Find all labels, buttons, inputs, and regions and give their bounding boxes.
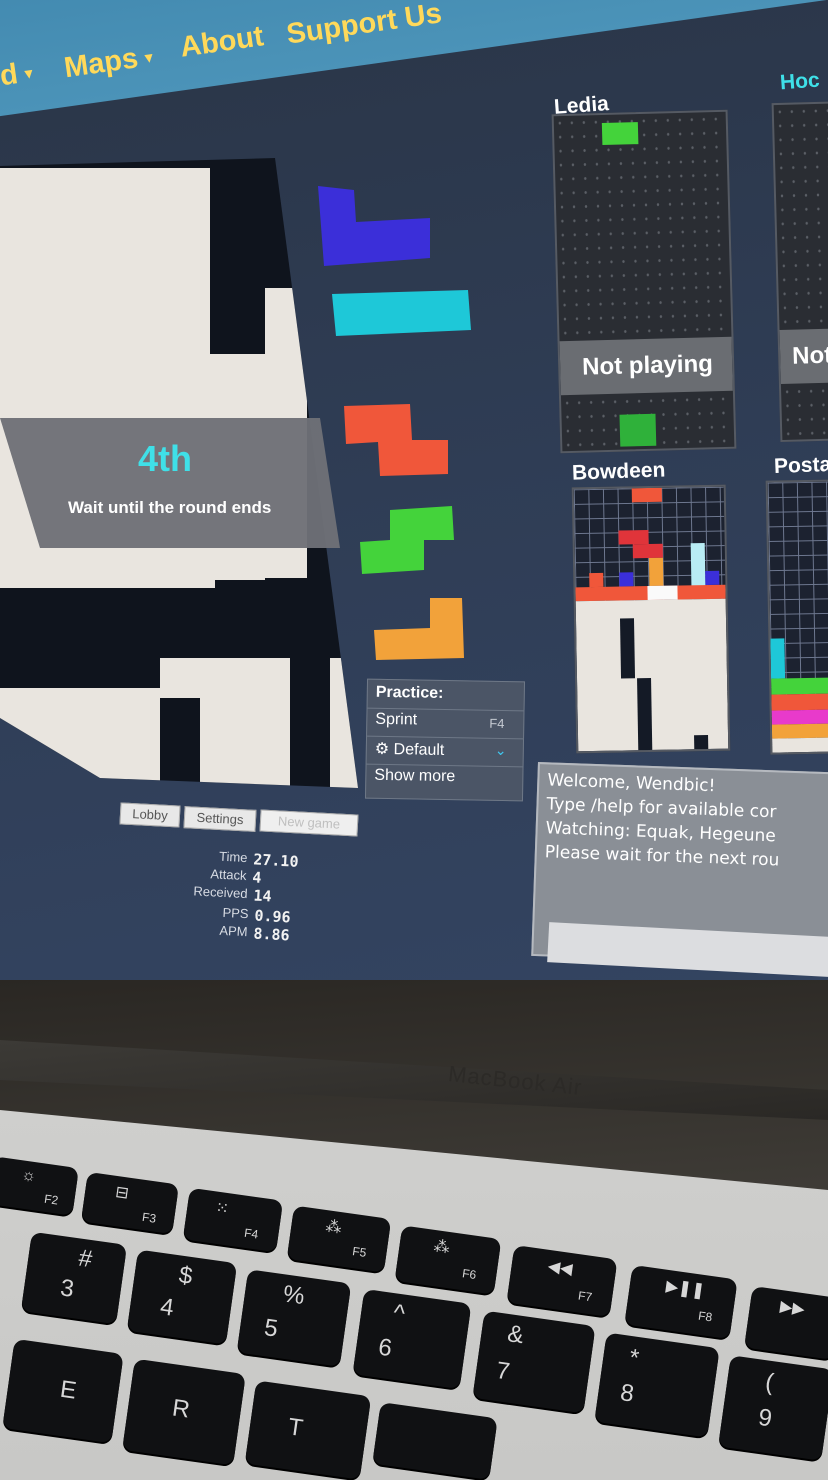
stack-cell <box>771 709 828 725</box>
stack-cell <box>770 638 786 679</box>
stack-cell <box>771 677 828 695</box>
fast-forward-icon: ▶▶ <box>778 1298 806 1319</box>
key-4[interactable]: $4 <box>126 1249 238 1345</box>
sprint-shortcut: F4 <box>489 715 505 732</box>
opponent-board-posta <box>765 479 828 755</box>
stack-cell <box>618 530 649 545</box>
stack-cell <box>632 543 663 559</box>
practice-menu: Practice: Sprint F4 ⚙ Default ⌄ Show mor… <box>364 678 526 802</box>
garbage-block <box>0 688 160 788</box>
key-t[interactable]: T <box>244 1380 372 1480</box>
stack-cell <box>648 557 664 587</box>
stack-piece <box>619 413 657 447</box>
chat-line: Watching: Equak, Hegeune <box>545 818 777 847</box>
nav-partial-item[interactable]: d▼ <box>0 56 38 94</box>
key-r[interactable]: R <box>122 1358 246 1466</box>
opponent-name: Bowdeen <box>571 458 666 485</box>
not-playing-label: Not <box>791 341 828 370</box>
chat-line: Please wait for the next rou <box>544 842 780 871</box>
stack-cell <box>589 572 604 588</box>
opponent-name: Hoc <box>779 68 821 95</box>
settings-button[interactable]: Settings <box>183 806 257 832</box>
launchpad-icon: ⁙ <box>214 1199 230 1219</box>
stack-cell <box>772 737 828 753</box>
lobby-button[interactable]: Lobby <box>119 802 181 828</box>
stack-cell <box>705 570 720 586</box>
falling-piece <box>631 487 662 503</box>
next-piece-z <box>344 404 448 476</box>
next-piece-j <box>318 186 430 266</box>
gear-icon: ⚙ <box>374 740 390 759</box>
brightness-down-icon: ☼ <box>20 1166 38 1186</box>
rewind-icon: ◀◀ <box>546 1257 574 1279</box>
new-game-button[interactable]: New game <box>259 809 359 837</box>
wait-message: Wait until the round ends <box>68 498 272 517</box>
next-piece-l <box>374 598 464 660</box>
chevron-down-icon[interactable]: ⌄ <box>495 742 507 759</box>
chat-line: Type /help for available cor <box>546 794 777 823</box>
practice-show-more[interactable]: Show more <box>374 767 455 786</box>
practice-sprint[interactable]: Sprint <box>375 711 417 730</box>
key-3[interactable]: #3 <box>20 1231 128 1325</box>
keyboard-light-up-icon: ⁂ <box>432 1237 451 1258</box>
garbage-hole <box>637 678 653 751</box>
key-f9[interactable]: ▶▶ <box>744 1286 828 1360</box>
not-playing-label: Not playing <box>581 350 714 381</box>
garbage-block <box>200 658 290 788</box>
stack-row <box>647 585 678 601</box>
falling-piece <box>601 122 639 146</box>
garbage-hole <box>694 735 709 750</box>
empty-grid <box>773 103 828 440</box>
opponent-board-hoc: Not <box>771 100 828 443</box>
key-6[interactable]: ^ 6 <box>352 1288 472 1390</box>
key-8[interactable]: * 8 <box>594 1332 720 1438</box>
stack-cell <box>690 543 706 588</box>
stack-cell <box>771 693 828 711</box>
next-piece-s <box>360 506 454 574</box>
key-9[interactable]: (9 <box>718 1355 828 1461</box>
opponent-board-ledia: Not playing <box>551 109 737 454</box>
chevron-down-icon: ▼ <box>140 49 157 67</box>
garbage-hole <box>619 618 636 679</box>
monitor-screen: d▼ Maps▼ About Support Us 4th Wait until… <box>0 0 828 1080</box>
key-5[interactable]: % 5 <box>236 1269 352 1367</box>
key-7[interactable]: & 7 <box>472 1310 596 1414</box>
chat-line: Welcome, Wendbic! <box>547 770 716 797</box>
chevron-down-icon: ▼ <box>20 64 37 83</box>
opponent-board-bowdeen <box>571 484 731 754</box>
practice-default-select[interactable]: ⚙ Default <box>375 739 445 760</box>
garbage-block <box>160 658 180 688</box>
garbage-block <box>330 658 358 788</box>
key-e[interactable]: E <box>2 1338 124 1444</box>
mission-control-icon: ⊟ <box>114 1183 130 1203</box>
placement-label: 4th <box>138 438 192 479</box>
garbage-block <box>575 598 729 752</box>
stack-cell <box>619 572 634 587</box>
garbage-block <box>265 288 305 378</box>
practice-title: Practice: <box>375 683 444 702</box>
empty-grid <box>553 111 735 452</box>
opponent-name: Posta <box>773 453 828 478</box>
next-piece-i <box>332 290 471 336</box>
stack-cell <box>771 723 828 739</box>
play-pause-icon: ▶❚❚ <box>664 1277 706 1301</box>
keyboard-light-down-icon: ⁂ <box>324 1218 343 1238</box>
